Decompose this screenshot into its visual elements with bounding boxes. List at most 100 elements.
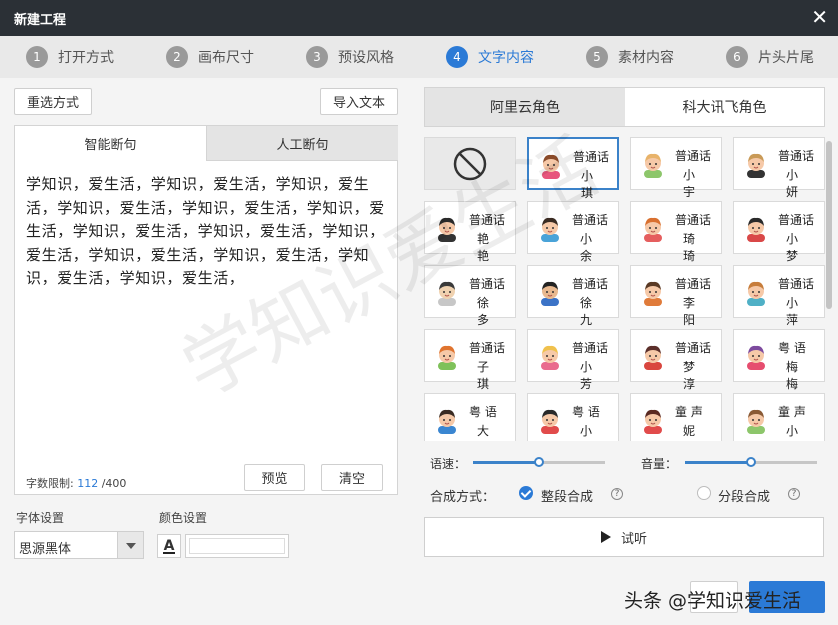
voice-card[interactable]: 普通话小 宇 bbox=[630, 137, 722, 199]
step-label: 文字内容 bbox=[478, 50, 534, 66]
voice-card[interactable]: 普通话小 琪 bbox=[527, 137, 619, 200]
voice-card[interactable]: 童 声妮 妮 bbox=[630, 393, 722, 441]
voice-card[interactable]: 普通话子 琪 bbox=[424, 329, 516, 391]
voice-card[interactable]: 普通话艳 艳 bbox=[424, 201, 516, 263]
voice-name: 小 妍 bbox=[786, 168, 803, 199]
avatar-icon bbox=[747, 345, 765, 370]
voice-name: 小 余 bbox=[580, 232, 597, 263]
avatar-icon bbox=[438, 345, 456, 370]
voice-language: 普通话 bbox=[778, 149, 815, 163]
font-color-button[interactable]: A bbox=[157, 534, 181, 558]
voice-language: 普通话 bbox=[572, 341, 609, 355]
font-select[interactable]: 思源黑体 bbox=[14, 531, 144, 559]
tab-aliyun-voices[interactable]: 阿里云角色 bbox=[425, 88, 625, 126]
help-icon[interactable]: ? bbox=[788, 488, 800, 500]
voice-card[interactable]: 普通话梦 淳 bbox=[630, 329, 722, 391]
avatar-icon bbox=[542, 154, 560, 179]
text-editor[interactable]: 学知识，爱生活，学知识，爱生活，学知识，爱生活，学知识，爱生活，学知识，爱生活，… bbox=[26, 173, 386, 291]
listen-button[interactable]: 试听 bbox=[424, 517, 824, 557]
avatar-icon bbox=[644, 281, 662, 306]
voice-card[interactable]: 普通话小 萍 bbox=[733, 265, 825, 327]
whole-synth-radio[interactable] bbox=[519, 486, 533, 500]
font-select-value: 思源黑体 bbox=[19, 542, 72, 557]
char-max: /400 bbox=[101, 477, 127, 490]
voice-card[interactable]: 普通话小 余 bbox=[527, 201, 619, 263]
reselect-method-button[interactable]: 重选方式 bbox=[14, 88, 92, 115]
step-text-content[interactable]: 4 文字内容 bbox=[446, 36, 534, 78]
voice-language: 童 声 bbox=[675, 405, 703, 419]
avatar-icon bbox=[644, 409, 662, 434]
voice-card[interactable]: 普通话琦 琦 bbox=[630, 201, 722, 263]
avatar-icon bbox=[747, 409, 765, 434]
whole-synth-label[interactable]: 整段合成 bbox=[541, 486, 593, 505]
tab-manual-sentence[interactable]: 人工断句 bbox=[206, 126, 398, 161]
step-intro-outro[interactable]: 6 片头片尾 bbox=[726, 36, 814, 78]
step-preset-style[interactable]: 3 预设风格 bbox=[306, 36, 394, 78]
voice-card[interactable]: 普通话小 梦 bbox=[733, 201, 825, 263]
step-material-content[interactable]: 5 素材内容 bbox=[586, 36, 674, 78]
step-label: 片头片尾 bbox=[758, 50, 814, 66]
voice-name: 梅 梅 bbox=[786, 360, 803, 391]
step-number: 5 bbox=[586, 46, 608, 68]
volume-label: 音量： bbox=[641, 457, 678, 471]
text-panel: 智能断句 人工断句 学知识，爱生活，学知识，爱生活，学知识，爱生活，学知识，爱生… bbox=[14, 125, 398, 495]
avatar-icon bbox=[747, 217, 765, 242]
voice-card[interactable]: 普通话徐 多 bbox=[424, 265, 516, 327]
voice-language: 普通话 bbox=[778, 277, 815, 291]
voice-card[interactable]: 童 声小 宝 bbox=[733, 393, 825, 441]
char-limit-label: 字数限制: bbox=[26, 477, 74, 490]
step-label: 画布尺寸 bbox=[198, 50, 254, 66]
voice-language: 普通话 bbox=[469, 213, 506, 227]
voice-name: 子 琪 bbox=[477, 360, 494, 391]
voice-card[interactable]: 粤 语小 美 bbox=[527, 393, 619, 441]
scrollbar-thumb[interactable] bbox=[826, 141, 832, 309]
char-limit: 字数限制: 112 /400 bbox=[26, 475, 126, 491]
close-icon[interactable]: ✕ bbox=[811, 6, 828, 28]
step-canvas-size[interactable]: 2 画布尺寸 bbox=[166, 36, 254, 78]
voice-name: 艳 艳 bbox=[477, 232, 494, 263]
voice-name: 小 宝 bbox=[786, 424, 803, 438]
step-open-method[interactable]: 1 打开方式 bbox=[26, 36, 114, 78]
voice-language: 普通话 bbox=[469, 277, 506, 291]
voice-name: 徐 九 bbox=[580, 296, 597, 327]
voice-card[interactable]: 粤 语大 龙 bbox=[424, 393, 516, 441]
voice-card[interactable]: 普通话小 芳 bbox=[527, 329, 619, 391]
voice-card[interactable]: 普通话徐 九 bbox=[527, 265, 619, 327]
tab-smart-sentence[interactable]: 智能断句 bbox=[15, 126, 206, 161]
voice-card[interactable]: 粤 语梅 梅 bbox=[733, 329, 825, 391]
voice-name: 小 琪 bbox=[581, 169, 598, 200]
split-synth-label[interactable]: 分段合成 bbox=[718, 486, 770, 505]
color-settings-label: 颜色设置 bbox=[159, 511, 208, 525]
avatar-icon bbox=[541, 409, 559, 434]
voice-card[interactable]: 普通话李 阳 bbox=[630, 265, 722, 327]
help-icon[interactable]: ? bbox=[611, 488, 623, 500]
speed-slider-handle[interactable] bbox=[534, 457, 544, 467]
no-voice-icon bbox=[453, 147, 487, 181]
avatar-icon bbox=[438, 409, 456, 434]
avatar-icon bbox=[747, 153, 765, 178]
tab-iflytek-voices[interactable]: 科大讯飞角色 bbox=[625, 88, 824, 126]
voice-card[interactable]: 普通话小 妍 bbox=[733, 137, 825, 199]
speed-slider[interactable] bbox=[473, 457, 605, 467]
volume-slider[interactable] bbox=[685, 457, 817, 467]
window-title: 新建工程 bbox=[14, 13, 67, 28]
voice-card-none[interactable] bbox=[424, 137, 516, 190]
step-number: 3 bbox=[306, 46, 328, 68]
clear-button[interactable]: 清空 bbox=[321, 464, 383, 491]
voice-name: 琦 琦 bbox=[683, 232, 700, 263]
voice-language: 普通话 bbox=[675, 213, 712, 227]
preview-button[interactable]: 预览 bbox=[244, 464, 305, 491]
voice-name: 小 宇 bbox=[683, 168, 700, 199]
voice-name: 大 龙 bbox=[477, 424, 494, 438]
text-color-icon: A bbox=[163, 538, 175, 554]
avatar-icon bbox=[541, 345, 559, 370]
step-bar: 1 打开方式 2 画布尺寸 3 预设风格 4 文字内容 5 素材内容 6 片头片… bbox=[0, 36, 838, 78]
color-input[interactable] bbox=[185, 534, 289, 558]
volume-slider-handle[interactable] bbox=[746, 457, 756, 467]
chevron-down-icon[interactable] bbox=[117, 532, 143, 558]
voice-language: 普通话 bbox=[675, 341, 712, 355]
avatar-icon bbox=[438, 281, 456, 306]
split-synth-radio[interactable] bbox=[697, 486, 711, 500]
voice-name: 小 梦 bbox=[786, 232, 803, 263]
import-text-button[interactable]: 导入文本 bbox=[320, 88, 398, 115]
